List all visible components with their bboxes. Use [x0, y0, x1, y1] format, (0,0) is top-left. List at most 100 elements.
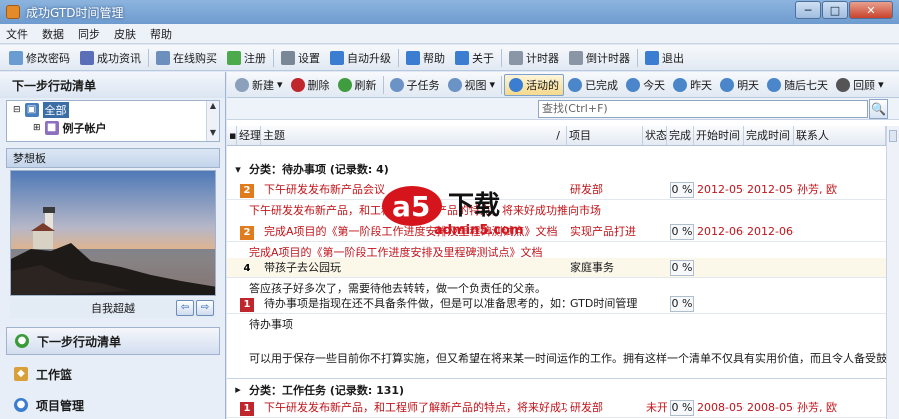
toolbar-button-1[interactable]: 成功资讯: [75, 47, 146, 69]
expand-icon[interactable]: ⊟: [13, 105, 21, 115]
tree-item-all[interactable]: ⊟ ▣ 全部: [7, 101, 219, 119]
col-subject[interactable]: 主题 /: [261, 126, 567, 145]
dream-caption-bar: 自我超越 ⇦ ⇨: [10, 298, 216, 318]
project-icon: ●: [14, 398, 28, 412]
active-icon: [509, 77, 524, 92]
collapse-toggle[interactable]: ▾: [227, 163, 249, 176]
expand-toggle[interactable]: ▸: [227, 383, 249, 396]
percent-complete[interactable]: 0 %: [670, 181, 694, 198]
priority-cell: 2: [237, 180, 261, 200]
percent-complete[interactable]: 0 %: [670, 259, 694, 276]
task-toolbar-button-8[interactable]: 昨天: [669, 74, 716, 96]
toolbar-button-0[interactable]: 修改密码: [4, 47, 75, 69]
task-toolbar-button-10[interactable]: 随后七天: [763, 74, 832, 96]
close-button[interactable]: ✕: [849, 1, 893, 19]
percent-complete[interactable]: 0 %: [670, 399, 694, 416]
task-toolbar-button-6[interactable]: 已完成: [564, 74, 622, 96]
cart-icon: [156, 50, 170, 65]
menu-data[interactable]: 数据: [42, 26, 64, 42]
nav-inbox[interactable]: ◆ 工作篮: [6, 360, 220, 388]
task-toolbar-button-1[interactable]: 删除: [287, 74, 334, 96]
toolbar-button-8[interactable]: 计时器: [504, 47, 564, 69]
search-input[interactable]: 查找(Ctrl+F): [538, 100, 868, 118]
menu-help[interactable]: 帮助: [150, 26, 172, 42]
table-row[interactable]: 4 带孩子去公园玩 家庭事务 0 %: [227, 258, 886, 278]
col-priority[interactable]: 经理: [237, 126, 261, 145]
nav-projects[interactable]: ● 项目管理: [6, 391, 220, 419]
task-toolbar-button-2[interactable]: 刷新: [334, 74, 381, 96]
toolbar-button-3[interactable]: 注册: [222, 47, 271, 69]
menu-file[interactable]: 文件: [6, 26, 28, 42]
task-grid: ▪ 经理 主题 / 项目 状态 完成 开始时间 完成时间 联系人 ▾ 分类：待办事…: [227, 126, 886, 419]
priority-badge: 1: [240, 297, 254, 312]
col-status[interactable]: 状态: [643, 126, 667, 145]
search-icon[interactable]: 🔍: [869, 99, 888, 119]
table-row[interactable]: 1 下午研发发布新产品，和工程师了解新产品的特点，将来好成功推向市研发部 未开0 %…: [227, 398, 886, 418]
toolbar-button-7[interactable]: 关于: [450, 47, 499, 69]
task-toolbar-button-9[interactable]: 明天: [716, 74, 763, 96]
task-toolbar-button-7[interactable]: 今天: [622, 74, 669, 96]
task-toolbar-button-4[interactable]: 视图 ▾: [444, 74, 500, 96]
menu-skin[interactable]: 皮肤: [114, 26, 136, 42]
left-pane-header: 下一步行动清单: [0, 72, 225, 98]
toolbar-button-2[interactable]: 在线购买: [151, 47, 222, 69]
priority-cell: 1: [237, 294, 261, 314]
task-toolbar: 新建 ▾ 删除 刷新 子任务 视图 ▾ 活动的 已完成 今天 昨天 明天 随后七天 回顾 ▾: [227, 72, 899, 98]
view-icon: [447, 77, 462, 92]
percent-complete[interactable]: 0 %: [670, 295, 694, 312]
toolbar-button-10[interactable]: 退出: [640, 47, 689, 69]
toolbar-button-6[interactable]: 帮助: [401, 47, 450, 69]
col-end[interactable]: 完成时间: [744, 126, 794, 145]
percent-cell: 0 %: [667, 222, 694, 242]
toolbar-separator: [382, 75, 384, 94]
toolbar-separator: [273, 48, 274, 67]
minimize-button[interactable]: ─: [795, 1, 821, 19]
task-toolbar-button-3[interactable]: 子任务: [386, 74, 444, 96]
menu-sync[interactable]: 同步: [78, 26, 100, 42]
task-toolbar-button-5[interactable]: 活动的: [504, 73, 565, 96]
group-header-work[interactable]: ▸ 分类：工作任务 (记录数: 131): [227, 378, 886, 400]
help-icon: [406, 50, 420, 65]
toolbar-separator: [398, 48, 399, 67]
next-image-button[interactable]: ⇨: [196, 300, 214, 316]
toolbar-button-4[interactable]: 设置: [276, 47, 325, 69]
task-pane: 新建 ▾ 删除 刷新 子任务 视图 ▾ 活动的 已完成 今天 昨天 明天 随后七天 回顾 ▾ 查找(Ctrl…: [227, 72, 899, 419]
priority-cell: 4: [237, 258, 261, 278]
col-contact[interactable]: 联系人: [794, 126, 886, 145]
col-start[interactable]: 开始时间: [694, 126, 744, 145]
col-done[interactable]: 完成: [667, 126, 694, 145]
search-row: 查找(Ctrl+F) 🔍: [227, 98, 899, 120]
start-cell: 2012-06-: [697, 224, 744, 238]
maximize-button[interactable]: □: [822, 1, 848, 19]
group-header-todo[interactable]: ▾ 分类：待办事项 (记录数: 4): [227, 158, 886, 180]
grid-scrollbar[interactable]: [886, 126, 899, 419]
done-icon: [568, 77, 583, 92]
project-cell: 家庭事务: [570, 260, 614, 274]
new-icon: [235, 77, 249, 92]
chevron-down-icon[interactable]: ▾: [277, 78, 283, 91]
chevron-down-icon[interactable]: ▾: [878, 78, 884, 91]
col-project[interactable]: 项目: [567, 126, 643, 145]
toolbar-separator: [501, 48, 502, 67]
toolbar-button-5[interactable]: 自动升级: [325, 47, 396, 69]
basket-icon: ◆: [14, 367, 28, 381]
subtask-icon: [389, 77, 404, 92]
table-row[interactable]: 1 待办事项是指现在还不具备条件做，但是可以准备思考的，如：想要读的GTD时间管理…: [227, 294, 886, 314]
subject-cell: 待办事项是指现在还不具备条件做，但是可以准备思考的，如：想要读的: [264, 296, 567, 310]
toolbar-button-9[interactable]: 倒计时器: [564, 47, 635, 69]
info-icon: [455, 50, 469, 65]
nav-next-actions[interactable]: ● 下一步行动清单: [6, 327, 220, 355]
task-toolbar-button-11[interactable]: 回顾 ▾: [832, 74, 888, 96]
row-note: 待办事项: [249, 318, 293, 331]
tree-item-example-account[interactable]: ⊞ ■ 例子帐户: [7, 119, 219, 137]
account-tree: ⊟ ▣ 全部 ⊞ ■ 例子帐户 ▲ ▼: [6, 100, 220, 142]
tree-scrollbar[interactable]: ▲ ▼: [206, 101, 219, 141]
toolbar-separator: [148, 48, 149, 67]
tomorrow-icon: [720, 77, 735, 92]
percent-complete[interactable]: 0 %: [670, 223, 694, 240]
chevron-down-icon[interactable]: ▾: [490, 78, 496, 91]
prev-image-button[interactable]: ⇦: [176, 300, 194, 316]
expand-icon[interactable]: ⊞: [33, 123, 41, 133]
task-toolbar-button-0[interactable]: 新建 ▾: [231, 74, 287, 96]
svg-text:下载: 下载: [448, 191, 500, 221]
